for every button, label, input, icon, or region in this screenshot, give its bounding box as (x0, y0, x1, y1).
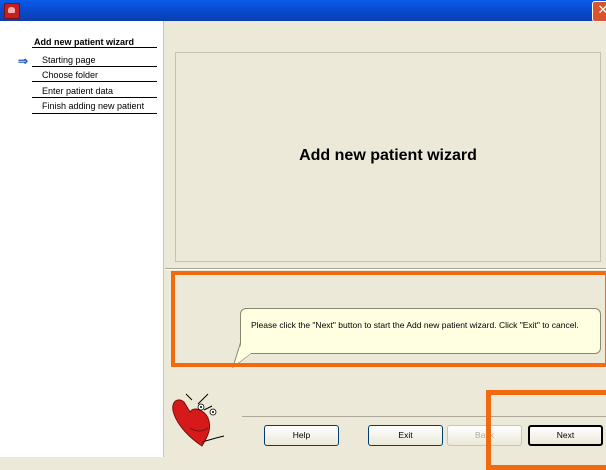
wizard-steps-sidebar: Add new patient wizard ⇒ Starting page C… (0, 21, 164, 457)
help-button[interactable]: Help (264, 425, 339, 446)
step-choose-folder: Choose folder (42, 70, 99, 80)
close-button[interactable]: ✕ (592, 1, 606, 22)
step-enter-patient-data: Enter patient data (42, 86, 114, 96)
app-heart-icon (4, 3, 20, 19)
title-bar[interactable]: ✕ (0, 0, 606, 22)
current-step-arrow-icon: ⇒ (18, 54, 29, 68)
page-title: Add new patient wizard (299, 147, 477, 164)
heart-mascot-icon (172, 393, 225, 447)
sidebar-divider (32, 81, 157, 82)
sidebar-title: Add new patient wizard (34, 37, 135, 47)
next-highlight-box (486, 390, 606, 470)
step-finish: Finish adding new patient (42, 101, 145, 111)
hint-highlight-box (171, 271, 606, 367)
section-divider-highlight (165, 269, 606, 270)
step-starting-page: Starting page (42, 55, 96, 65)
sidebar-divider (32, 66, 157, 67)
wizard-content-panel: Add new patient wizard (175, 52, 601, 262)
sidebar-divider (32, 97, 157, 98)
sidebar-divider (32, 47, 157, 48)
exit-button[interactable]: Exit (368, 425, 443, 446)
sidebar-divider (32, 113, 157, 114)
